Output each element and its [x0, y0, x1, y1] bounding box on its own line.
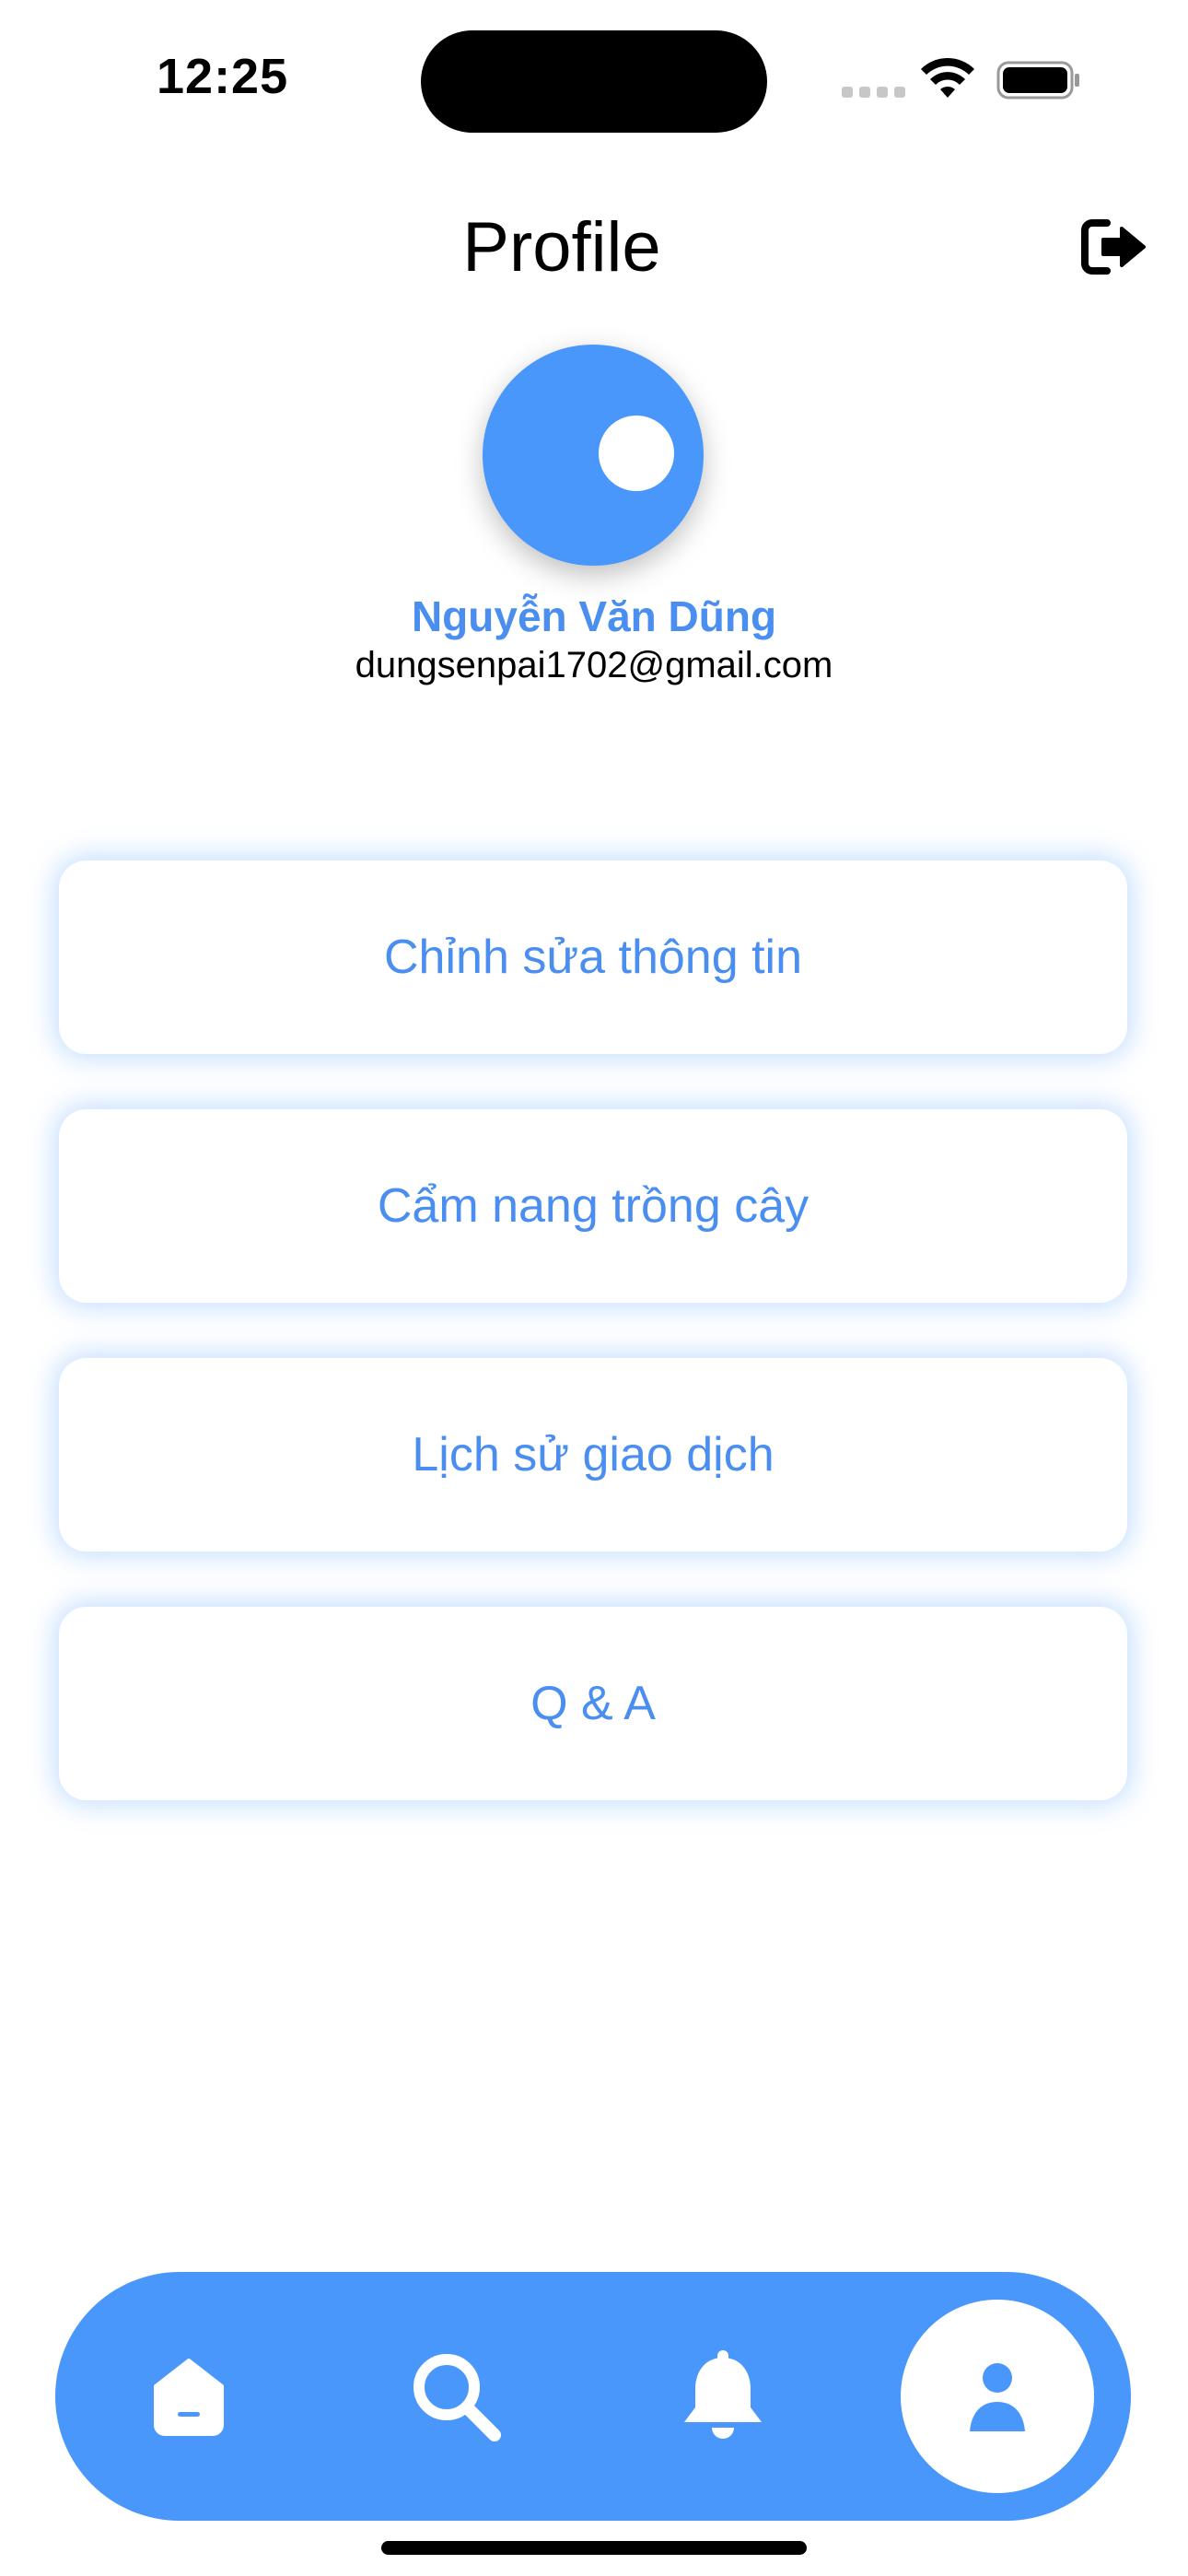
edit-profile-button[interactable]: Chỉnh sửa thông tin	[59, 861, 1127, 1054]
bottom-nav	[55, 2272, 1131, 2521]
qa-button[interactable]: Q & A	[59, 1607, 1127, 1800]
transaction-history-button[interactable]: Lịch sử giao dịch	[59, 1358, 1127, 1551]
avatar-dot	[599, 416, 674, 491]
avatar	[483, 345, 704, 566]
user-email: dungsenpai1702@gmail.com	[355, 645, 833, 685]
planting-guide-button[interactable]: Cẩm nang trồng cây	[59, 1109, 1127, 1303]
logout-icon[interactable]	[1079, 216, 1149, 278]
nav-home[interactable]	[129, 2272, 249, 2521]
wifi-icon	[921, 57, 974, 98]
user-icon	[970, 2363, 1025, 2431]
nav-search[interactable]	[396, 2272, 516, 2521]
search-icon	[413, 2354, 501, 2441]
status-time: 12:25	[157, 49, 289, 104]
page-title: Profile	[462, 208, 661, 287]
home-indicator	[381, 2541, 807, 2555]
dynamic-island	[421, 30, 767, 133]
cellular-signal-icon	[842, 87, 905, 98]
home-icon	[154, 2359, 224, 2436]
bell-icon	[684, 2350, 762, 2439]
nav-profile[interactable]	[901, 2300, 1094, 2493]
battery-icon	[996, 61, 1079, 100]
nav-notifications[interactable]	[663, 2272, 783, 2521]
user-name: Nguyễn Văn Dũng	[411, 592, 777, 640]
